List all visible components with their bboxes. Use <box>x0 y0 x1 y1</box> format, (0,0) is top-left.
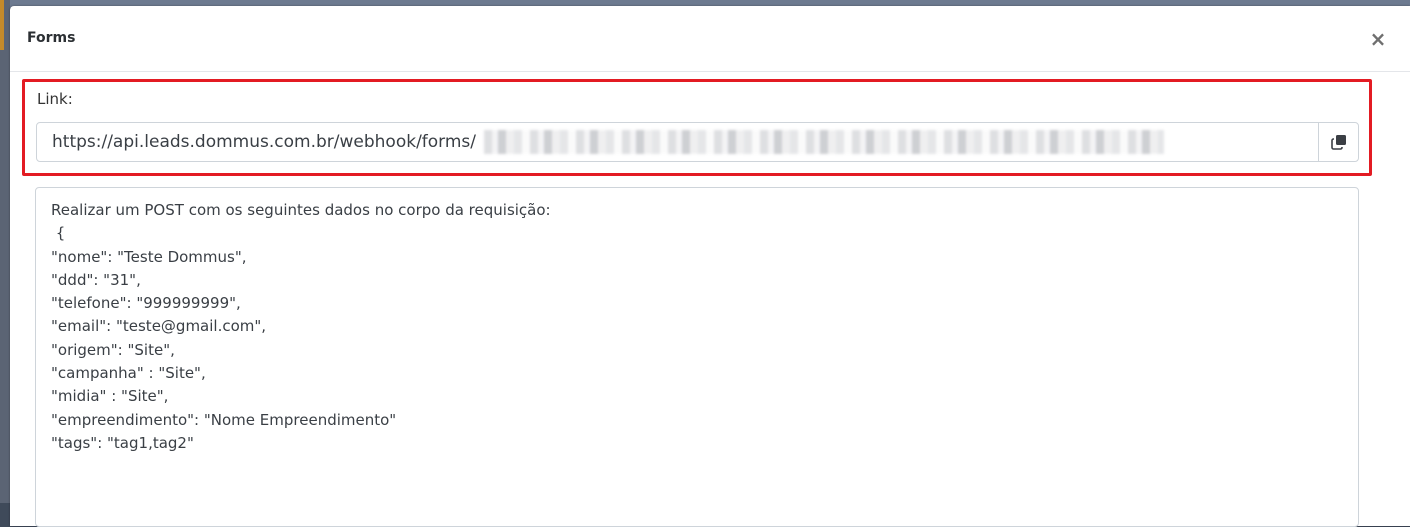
payload-line: "campanha" : "Site", <box>51 364 206 383</box>
redacted-token <box>484 130 1165 154</box>
copy-icon <box>1330 135 1346 150</box>
copy-button[interactable] <box>1318 123 1358 161</box>
webhook-url-field[interactable]: https://api.leads.dommus.com.br/webhook/… <box>37 123 1318 161</box>
payload-instructions-box: Realizar um POST com os seguintes dados … <box>35 187 1359 527</box>
link-input-group: https://api.leads.dommus.com.br/webhook/… <box>36 122 1359 162</box>
payload-line: "origem": "Site", <box>51 340 175 359</box>
link-label: Link: <box>37 90 73 108</box>
payload-line: "ddd": "31", <box>51 270 141 289</box>
payload-line: "midia" : "Site", <box>51 387 169 406</box>
payload-line: { <box>51 224 66 243</box>
close-icon: × <box>1369 27 1387 51</box>
payload-line: "tags": "tag1,tag2" <box>51 433 194 452</box>
background-accent <box>0 0 4 50</box>
background-left-edge <box>0 0 10 503</box>
close-button[interactable]: × <box>1365 26 1391 52</box>
payload-line: "email": "teste@gmail.com", <box>51 317 267 336</box>
payload-line: "nome": "Teste Dommus", <box>51 247 247 266</box>
payload-line: Realizar um POST com os seguintes dados … <box>51 201 551 219</box>
modal-header: Forms × <box>10 6 1410 72</box>
modal-title: Forms <box>27 30 76 46</box>
webhook-url-text: https://api.leads.dommus.com.br/webhook/… <box>52 132 477 152</box>
payload-line: "empreendimento": "Nome Empreendimento" <box>51 410 397 429</box>
payload-line: "telefone": "999999999", <box>51 294 241 313</box>
